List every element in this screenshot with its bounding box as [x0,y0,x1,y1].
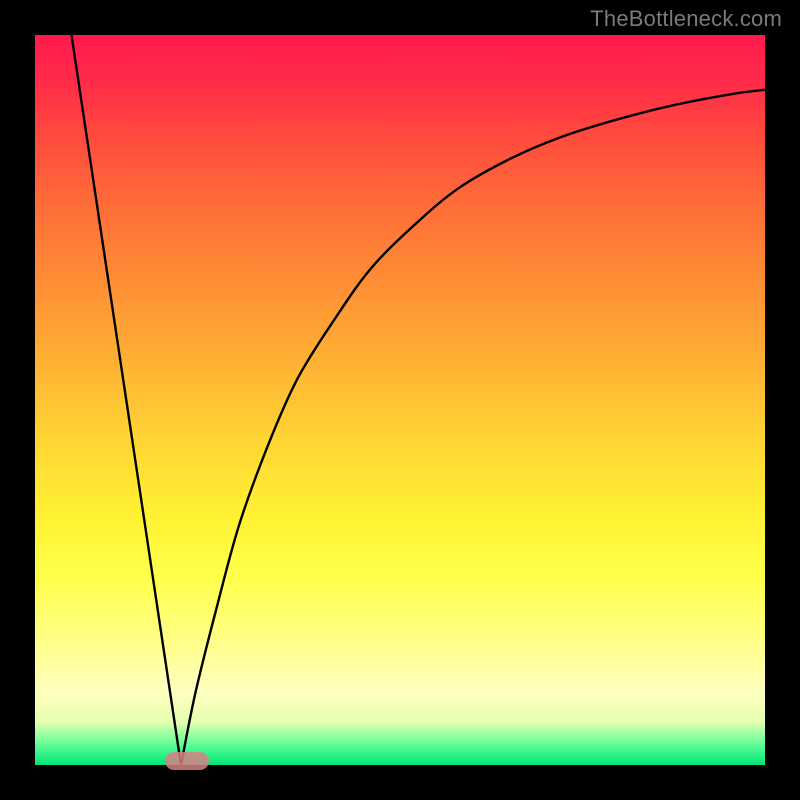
curve-left-branch [72,35,182,765]
watermark-text: TheBottleneck.com [590,6,782,32]
minimum-marker [165,752,209,770]
chart-frame: TheBottleneck.com [0,0,800,800]
plot-area [35,35,765,765]
curve-layer [35,35,765,765]
curve-right-branch [181,90,765,765]
